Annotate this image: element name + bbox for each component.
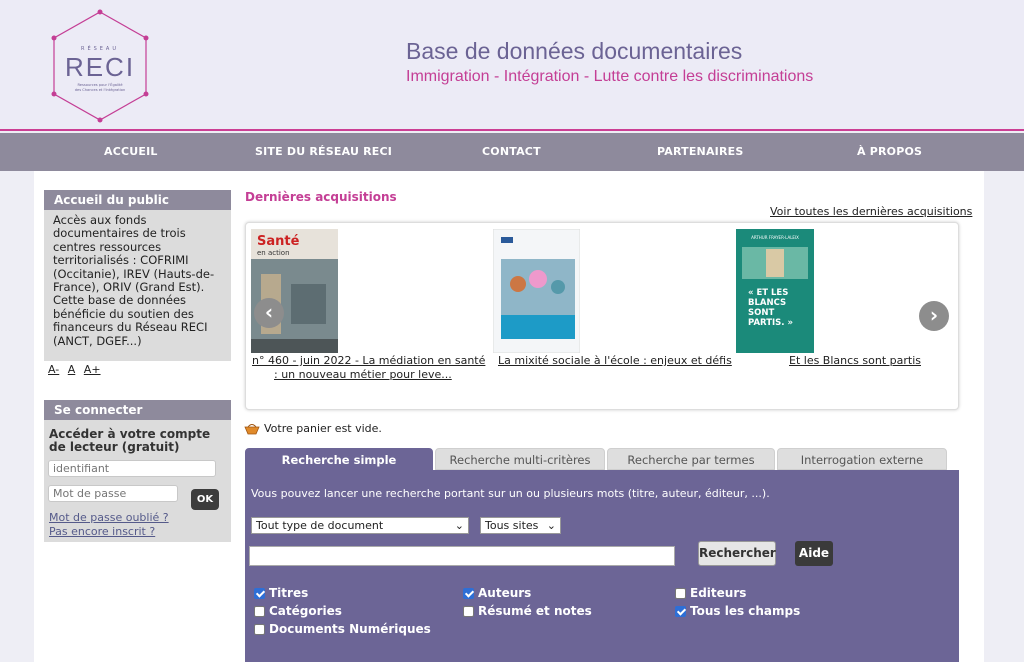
svg-text:PARTIS. »: PARTIS. » xyxy=(748,318,793,328)
login-box-title: Se connecter xyxy=(44,400,231,420)
checkbox-abstract[interactable]: Résumé et notes xyxy=(463,604,592,618)
checkbox-icon[interactable] xyxy=(675,587,686,599)
checkbox-icon[interactable] xyxy=(675,605,686,617)
checkbox-authors[interactable]: Auteurs xyxy=(463,586,531,600)
nav-home[interactable]: ACCUEIL xyxy=(104,133,158,171)
font-reset-button[interactable]: A xyxy=(68,363,76,376)
svg-text:Santé: Santé xyxy=(257,234,300,249)
document-type-select[interactable]: Tout type de document ⌄ xyxy=(251,517,469,534)
svg-text:BLANCS: BLANCS xyxy=(748,298,786,308)
book-cover-image[interactable]: Santé en action xyxy=(251,229,338,353)
tab-external-query[interactable]: Interrogation externe xyxy=(777,448,947,470)
svg-text:RÉSEAU: RÉSEAU xyxy=(81,44,119,52)
search-button[interactable]: Rechercher xyxy=(698,541,776,566)
checkbox-icon[interactable] xyxy=(254,587,265,599)
reci-logo[interactable]: RÉSEAU RECI Ressources pour l'Égalité de… xyxy=(46,6,154,126)
acquisition-caption[interactable]: Et les Blancs sont partis xyxy=(789,354,921,368)
main-nav: ACCUEIL SITE DU RÉSEAU RECI CONTACT PART… xyxy=(0,133,1024,171)
nav-reci-site[interactable]: SITE DU RÉSEAU RECI xyxy=(255,133,392,171)
basket-status: Votre panier est vide. xyxy=(244,422,382,435)
carousel-next-icon[interactable]: › xyxy=(919,301,949,331)
checkbox-icon[interactable] xyxy=(463,587,474,599)
checkbox-categories[interactable]: Catégories xyxy=(254,604,342,618)
site-header: RÉSEAU RECI Ressources pour l'Égalité de… xyxy=(0,0,1024,131)
username-input[interactable] xyxy=(48,460,216,477)
checkbox-all-fields[interactable]: Tous les champs xyxy=(675,604,800,618)
svg-text:SONT: SONT xyxy=(748,308,774,318)
svg-text:des Chances et l'Intégration: des Chances et l'Intégration xyxy=(75,88,126,92)
svg-text:Ressources pour l'Égalité: Ressources pour l'Égalité xyxy=(77,82,123,87)
acquisition-caption[interactable]: La mixité sociale à l'école : enjeux et … xyxy=(498,354,732,368)
tab-multi-criteria[interactable]: Recherche multi-critères xyxy=(435,448,605,470)
svg-text:ARTHUR FRAYER-LALEIX: ARTHUR FRAYER-LALEIX xyxy=(751,235,799,240)
password-input[interactable] xyxy=(48,485,178,502)
chevron-down-icon: ⌄ xyxy=(546,519,556,532)
site-subtitle: Immigration - Intégration - Lutte contre… xyxy=(406,68,814,85)
sites-select[interactable]: Tous sites ⌄ xyxy=(480,517,561,534)
nav-contact[interactable]: CONTACT xyxy=(482,133,541,171)
see-all-acquisitions-link[interactable]: Voir toutes les dernières acquisitions xyxy=(770,205,972,218)
search-panel: Vous pouvez lancer une recherche portant… xyxy=(245,470,959,662)
nav-partners[interactable]: PARTENAIRES xyxy=(657,133,743,171)
login-ok-button[interactable]: OK xyxy=(191,489,219,510)
book-cover-image[interactable]: ARTHUR FRAYER-LALEIX « ET LES BLANCS SON… xyxy=(736,229,814,353)
checkbox-publishers[interactable]: Editeurs xyxy=(675,586,746,600)
font-size-controls: A- A A+ xyxy=(48,363,106,376)
checkbox-titles[interactable]: Titres xyxy=(254,586,308,600)
basket-text: Votre panier est vide. xyxy=(264,422,382,435)
forgot-password-link[interactable]: Mot de passe oublié ? xyxy=(49,511,169,524)
tab-term-search[interactable]: Recherche par termes xyxy=(607,448,775,470)
svg-text:RECI: RECI xyxy=(65,52,135,82)
checkbox-digital-docs[interactable]: Documents Numériques xyxy=(254,622,431,636)
carousel-prev-icon[interactable]: ‹ xyxy=(254,298,284,328)
public-box-text: Accès aux fonds documentaires de trois c… xyxy=(53,213,215,348)
tab-simple-search[interactable]: Recherche simple xyxy=(245,448,433,470)
basket-icon[interactable] xyxy=(244,423,260,435)
search-hint: Vous pouvez lancer une recherche portant… xyxy=(251,487,770,500)
font-decrease-button[interactable]: A- xyxy=(48,363,59,376)
login-label: Accéder à votre compte de lecteur (gratu… xyxy=(49,427,211,454)
checkbox-icon[interactable] xyxy=(254,623,265,635)
nav-about[interactable]: À PROPOS xyxy=(857,133,922,171)
checkbox-icon[interactable] xyxy=(463,605,474,617)
help-button[interactable]: Aide xyxy=(795,541,833,566)
svg-text:en action: en action xyxy=(257,249,290,257)
chevron-down-icon: ⌄ xyxy=(454,519,464,532)
public-box-title: Accueil du public xyxy=(44,190,231,210)
checkbox-icon[interactable] xyxy=(254,605,265,617)
font-increase-button[interactable]: A+ xyxy=(84,363,101,376)
acquisitions-title: Dernières acquisitions xyxy=(245,190,397,204)
search-input[interactable] xyxy=(249,546,675,566)
acquisitions-carousel: Santé en action n° 460 - juin 2022 - La … xyxy=(245,222,959,410)
book-cover-image[interactable] xyxy=(493,229,580,353)
site-title: Base de données documentaires xyxy=(406,38,743,64)
public-box: Accès aux fonds documentaires de trois c… xyxy=(44,210,231,361)
svg-text:« ET LES: « ET LES xyxy=(748,288,788,298)
acquisition-caption[interactable]: n° 460 - juin 2022 - La médiation en san… xyxy=(252,354,492,382)
register-link[interactable]: Pas encore inscrit ? xyxy=(49,525,155,538)
